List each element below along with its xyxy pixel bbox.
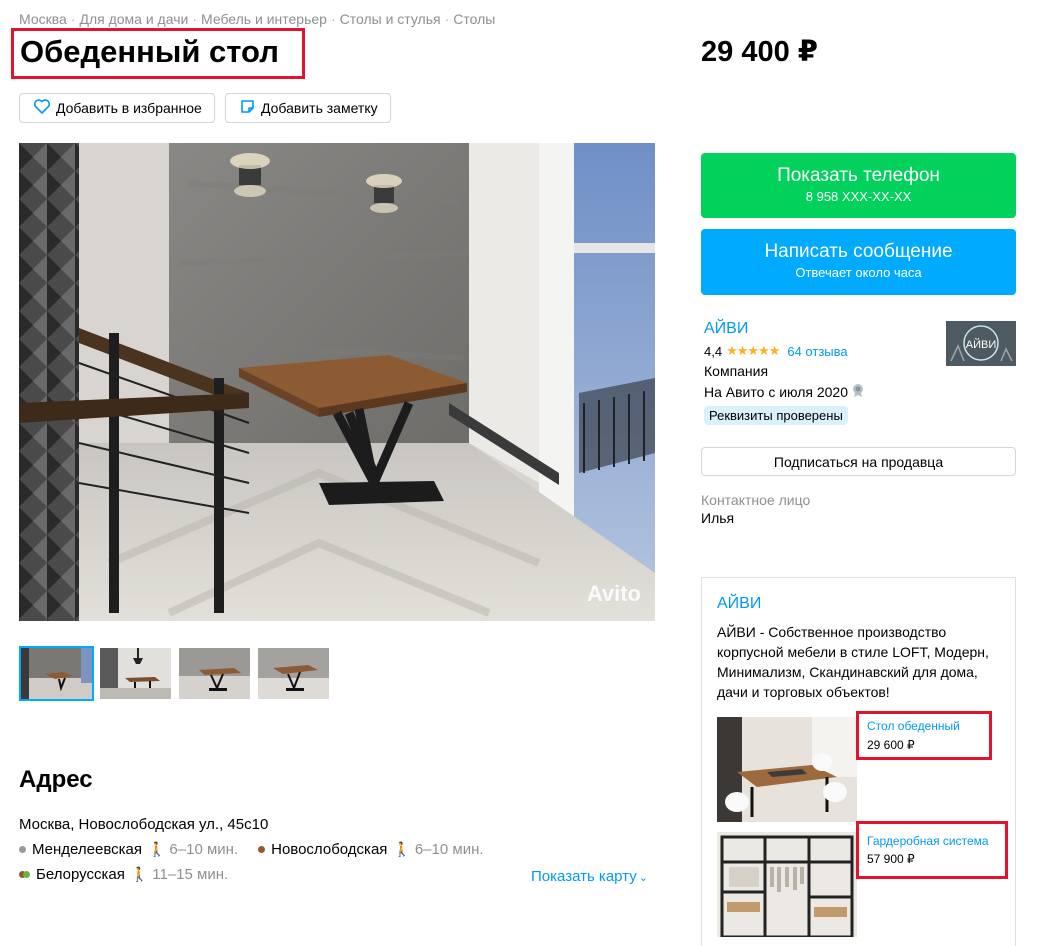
breadcrumb-item-home[interactable]: Для дома и дачи: [79, 11, 188, 27]
show-phone-button[interactable]: Показать телефон 8 958 XXX-XX-XX: [701, 153, 1016, 218]
metro-station-name: Новослободская: [271, 841, 388, 858]
rating-value: 4,4: [704, 343, 723, 359]
seller-avatar[interactable]: АЙВИ: [946, 321, 1016, 366]
note-icon: [240, 99, 255, 117]
metro-line-dot-brown: [258, 846, 266, 853]
shop-item-1-title[interactable]: Стол обеденный: [867, 719, 960, 733]
shop-description: АЙВИ - Собственное производство корпусно…: [717, 624, 989, 700]
chevron-down-icon: ⌄: [638, 872, 648, 884]
contact-person-label: Контактное лицо: [701, 492, 811, 508]
metro-station-name: Менделеевская: [32, 841, 142, 858]
shop-item-2-price: 57 900 ₽: [867, 852, 915, 866]
add-favorite-label: Добавить в избранное: [56, 100, 202, 116]
add-note-button[interactable]: Добавить заметку: [225, 93, 391, 123]
thumbnail-strip: [19, 646, 331, 701]
seller-since: На Авито с июля 2020: [704, 383, 864, 400]
svg-text:АЙВИ: АЙВИ: [966, 338, 997, 351]
rating-stars-icon: ★★★★★: [726, 343, 780, 358]
subscribe-seller-button[interactable]: Подписаться на продавца: [701, 447, 1016, 476]
breadcrumb-item-moscow[interactable]: Москва: [19, 11, 67, 27]
metro-row-1: Менделеевская 🚶 6–10 мин. Новослободская…: [19, 841, 484, 858]
metro-walk-time: 11–15 мин.: [152, 866, 229, 883]
reviews-link[interactable]: 64 отзыва: [787, 344, 847, 359]
seller-name-link[interactable]: АЙВИ: [704, 320, 748, 338]
breadcrumb-item-furniture[interactable]: Мебель и интерьер: [201, 11, 327, 27]
shop-item-2-image[interactable]: [717, 832, 857, 937]
breadcrumb-item-tables[interactable]: Столы: [453, 11, 495, 27]
page-title: Обеденный стол: [20, 34, 279, 69]
metro-line-dot-double: [19, 871, 30, 878]
thumbnail-1[interactable]: [19, 646, 94, 701]
breadcrumb: Москва · Для дома и дачи · Мебель и интерьер…: [19, 11, 496, 27]
medal-icon: [852, 383, 864, 400]
metro-station-name: Белорусская: [36, 866, 125, 883]
write-message-label: Написать сообщение: [764, 241, 953, 262]
avito-watermark: Avito: [586, 581, 641, 606]
verified-badge: Реквизиты проверены: [704, 406, 848, 425]
seller-type: Компания: [704, 363, 769, 379]
shop-item-1-image[interactable]: [717, 717, 857, 822]
show-map-label: Показать карту: [531, 868, 637, 885]
show-map-link[interactable]: Показать карту ⌄: [531, 868, 648, 885]
shop-item-2-title[interactable]: Гардеробная система: [867, 834, 989, 848]
metro-walk-time: 6–10 мин.: [169, 841, 239, 858]
walk-icon: 🚶: [130, 866, 149, 882]
seller-since-text: На Авито с июля 2020: [704, 383, 848, 400]
thumbnail-3[interactable]: [177, 646, 252, 701]
main-photo[interactable]: Avito: [19, 143, 655, 621]
response-time: Отвечает около часа: [795, 265, 922, 280]
thumbnail-4[interactable]: [256, 646, 331, 701]
add-favorite-button[interactable]: Добавить в избранное: [19, 93, 215, 123]
thumbnail-2[interactable]: [98, 646, 173, 701]
phone-masked: 8 958 XXX-XX-XX: [805, 189, 912, 204]
contact-person-name: Илья: [701, 510, 735, 526]
address-line: Москва, Новослободская ул., 45с10: [19, 816, 269, 833]
address-heading: Адрес: [19, 766, 93, 793]
metro-walk-time: 6–10 мин.: [414, 841, 484, 858]
walk-icon: 🚶: [393, 841, 411, 857]
add-note-label: Добавить заметку: [261, 100, 378, 116]
write-message-button[interactable]: Написать сообщение Отвечает около часа: [701, 229, 1016, 295]
shop-item-1-price: 29 600 ₽: [867, 738, 915, 752]
breadcrumb-item-tables-chairs[interactable]: Столы и стулья: [340, 11, 441, 27]
seller-rating: 4,4 ★★★★★ 64 отзыва: [704, 343, 848, 359]
metro-row-2: Белорусская 🚶 11–15 мин.: [19, 866, 228, 883]
heart-icon: [33, 99, 51, 117]
shop-name-link[interactable]: АЙВИ: [717, 595, 761, 613]
show-phone-label: Показать телефон: [777, 165, 940, 186]
listing-price: 29 400 ₽: [701, 36, 818, 68]
walk-icon: 🚶: [147, 841, 166, 857]
item-highlight-2: [856, 821, 1008, 879]
subscribe-label: Подписаться на продавца: [773, 453, 944, 470]
metro-line-dot-grey: [19, 846, 26, 853]
